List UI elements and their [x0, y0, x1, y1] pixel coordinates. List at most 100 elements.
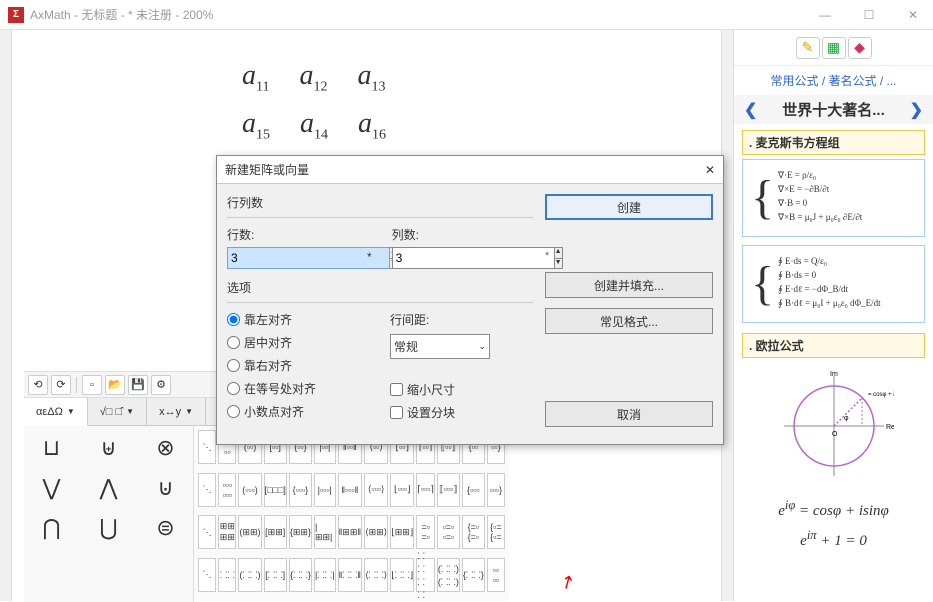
block-checkbox[interactable] — [390, 406, 403, 419]
matrix-template[interactable]: ⋱ — [198, 473, 216, 507]
tool-btn-2[interactable]: ⟳ — [51, 375, 71, 395]
matrix-template[interactable]: {▫={▫= — [487, 515, 505, 549]
matrix-template[interactable]: [□□□] — [264, 473, 287, 507]
tool-tag-icon[interactable]: ◆ — [848, 37, 872, 59]
tab-radicals[interactable]: √□ □̂ ▼ — [88, 398, 147, 425]
svg-text:Re: Re — [886, 424, 894, 431]
panel-heading-text: 世界十大著名... — [782, 99, 885, 120]
matrix-template[interactable]: ⋱ — [198, 558, 216, 592]
section-euler: . 欧拉公式 — [742, 333, 925, 358]
cancel-button[interactable]: 取消 — [545, 401, 713, 427]
matrix-template[interactable]: ⋱ — [198, 515, 216, 549]
matrix-template[interactable]: (⊞⊞) — [238, 515, 261, 549]
matrix-template[interactable]: (⸬⸬)(⸬⸬) — [437, 558, 460, 592]
settings-button[interactable]: ⚙ — [151, 375, 171, 395]
maxwell-diff-form[interactable]: { ∇·E = ρ/ε₀ ∇×E = −∂B/∂t ∇·B = 0 ∇×B = … — [742, 159, 925, 237]
matrix-template[interactable]: =▫=▫ — [416, 515, 435, 549]
shrink-checkbox[interactable] — [390, 383, 403, 396]
align-dot-radio[interactable] — [227, 405, 240, 418]
shrink-label: 缩小尺寸 — [407, 381, 455, 398]
matrix-template[interactable]: |⊞⊞| — [314, 515, 336, 549]
symbol-otimes[interactable]: ⊗ — [146, 430, 186, 466]
align-left-radio[interactable] — [227, 313, 240, 326]
matrix-template[interactable]: ⋱ — [198, 430, 216, 464]
prev-arrow-icon[interactable]: ❮ — [744, 100, 757, 120]
matrix-template[interactable]: {⊞⊞} — [289, 515, 312, 549]
matrix-template[interactable]: ⟦▫▫▫⟧ — [437, 473, 460, 507]
align-right-radio[interactable] — [227, 359, 240, 372]
multiply-symbol: * — [367, 250, 372, 269]
symbol-sqcup[interactable]: ⊔ — [32, 430, 72, 466]
symbol-cupdot[interactable]: ⊍ — [146, 470, 186, 506]
symbol-uplus[interactable]: ⊎ — [89, 430, 129, 466]
group-dimensions-label: 行列数 — [227, 194, 533, 211]
create-fill-button[interactable]: 创建并填充... — [545, 272, 713, 298]
matrix-template[interactable]: ⌊⊞⊞⌋ — [390, 515, 414, 549]
dialog-close-icon[interactable]: ✕ — [705, 163, 715, 177]
create-button[interactable]: 创建 — [545, 194, 713, 220]
svg-text:Im: Im — [830, 371, 838, 378]
tab-greek[interactable]: αεΔΩ ▼ — [24, 398, 88, 426]
new-button[interactable]: ▫ — [82, 375, 102, 395]
matrix-template[interactable]: ‖⸬⸬‖ — [338, 558, 363, 592]
minimize-button[interactable]: — — [813, 3, 837, 27]
rows-input[interactable] — [227, 247, 390, 269]
matrix-template[interactable]: ⌊▫▫▫⌋ — [390, 473, 414, 507]
tool-btn-1[interactable]: ⟲ — [28, 375, 48, 395]
euler-equation-1[interactable]: eiφ = cosφ + isinφ — [734, 494, 933, 524]
matrix-template[interactable]: ⸬ ⸬⸬ ⸬ — [416, 558, 435, 592]
matrix-template-palette: ⋱ ▫▫▫▫ (▫▫) [▫▫] {▫▫} |▫▫| ‖▫▫‖ ⟨▫▫⟩ ⌊▫▫… — [194, 426, 509, 602]
matrix-template[interactable]: {▫▫▫ — [462, 473, 485, 507]
symbol-bigcap[interactable]: ⋂ — [32, 510, 72, 546]
new-matrix-dialog: 新建矩阵或向量 ✕ 行列数 行数: ▲▼ * 列数: — [216, 155, 724, 445]
close-button[interactable]: ✕ — [901, 3, 925, 27]
matrix-template[interactable]: ⊞⊞⊞⊞ — [218, 515, 236, 549]
matrix-template[interactable]: ⸬⸬ — [218, 558, 236, 592]
matrix-template[interactable]: ▫=▫▫=▫ — [437, 515, 460, 549]
tool-grid-icon[interactable]: ▦ — [822, 37, 846, 59]
matrix-template[interactable]: (⸬⸬) — [238, 558, 261, 592]
euler-circle-diagram[interactable]: Re Im φ = cosφ + isinφ O — [774, 366, 894, 486]
panel-breadcrumb[interactable]: 常用公式 / 著名公式 / ... — [734, 66, 933, 95]
matrix-template[interactable]: ▫▫▫} — [487, 473, 505, 507]
align-center-label: 居中对齐 — [244, 334, 292, 351]
common-format-button[interactable]: 常见格式... — [545, 308, 713, 334]
symbol-bigwedge[interactable]: ⋀ — [89, 470, 129, 506]
matrix-template[interactable]: ▫▫▫▫▫▫ — [218, 473, 236, 507]
align-center-radio[interactable] — [227, 336, 240, 349]
symbol-circledeq[interactable]: ⊜ — [146, 510, 186, 546]
tab-relations[interactable]: x↔y ▼ — [147, 398, 206, 425]
matrix-template[interactable]: {⸬⸬} — [462, 558, 485, 592]
maxwell-int-form[interactable]: { ∮ E·ds = Q/ε₀ ∮ B·ds = 0 ∮ E·dℓ = −dΦ_… — [742, 245, 925, 323]
open-button[interactable]: 📂 — [105, 375, 125, 395]
equation-display: a11 a12 a13 a15 a14 a16 — [242, 60, 386, 155]
maximize-button[interactable]: ☐ — [857, 3, 881, 27]
star-note: * — [545, 250, 713, 262]
matrix-template[interactable]: {⸬⸬} — [289, 558, 312, 592]
tool-eraser-icon[interactable]: ✎ — [796, 37, 820, 59]
matrix-template[interactable]: [⸬⸬] — [264, 558, 287, 592]
matrix-template[interactable]: ⟨⸬⸬⟩ — [364, 558, 388, 592]
align-eq-radio[interactable] — [227, 382, 240, 395]
matrix-template[interactable]: |▫▫▫| — [314, 473, 336, 507]
matrix-template[interactable]: |⸬⸬| — [314, 558, 336, 592]
matrix-template[interactable]: ‖⊞⊞‖ — [338, 515, 363, 549]
symbol-bigvee[interactable]: ⋁ — [32, 470, 72, 506]
cols-input[interactable] — [392, 247, 555, 269]
matrix-template[interactable]: (▫▫▫) — [238, 473, 261, 507]
save-button[interactable]: 💾 — [128, 375, 148, 395]
dialog-title-text: 新建矩阵或向量 — [225, 161, 309, 178]
next-arrow-icon[interactable]: ❯ — [910, 100, 923, 120]
matrix-template[interactable]: ‖▫▫▫‖ — [338, 473, 363, 507]
matrix-template[interactable]: {=▫{=▫ — [462, 515, 485, 549]
matrix-template[interactable]: {▫▫▫} — [289, 473, 312, 507]
matrix-template[interactable]: ⌊⸬⸬⌋ — [390, 558, 414, 592]
spacing-select[interactable]: 常规⌄ — [390, 334, 490, 359]
matrix-template[interactable]: ⟨⊞⊞⟩ — [364, 515, 388, 549]
matrix-template[interactable]: ⟨▫▫▫⟩ — [364, 473, 388, 507]
matrix-template[interactable]: ▫▫▫▫ — [487, 558, 505, 592]
matrix-template[interactable]: [⊞⊞] — [264, 515, 287, 549]
euler-equation-2[interactable]: eiπ + 1 = 0 — [734, 524, 933, 554]
matrix-template[interactable]: ⌈▫▫▫⌉ — [416, 473, 435, 507]
symbol-bigcup[interactable]: ⋃ — [89, 510, 129, 546]
